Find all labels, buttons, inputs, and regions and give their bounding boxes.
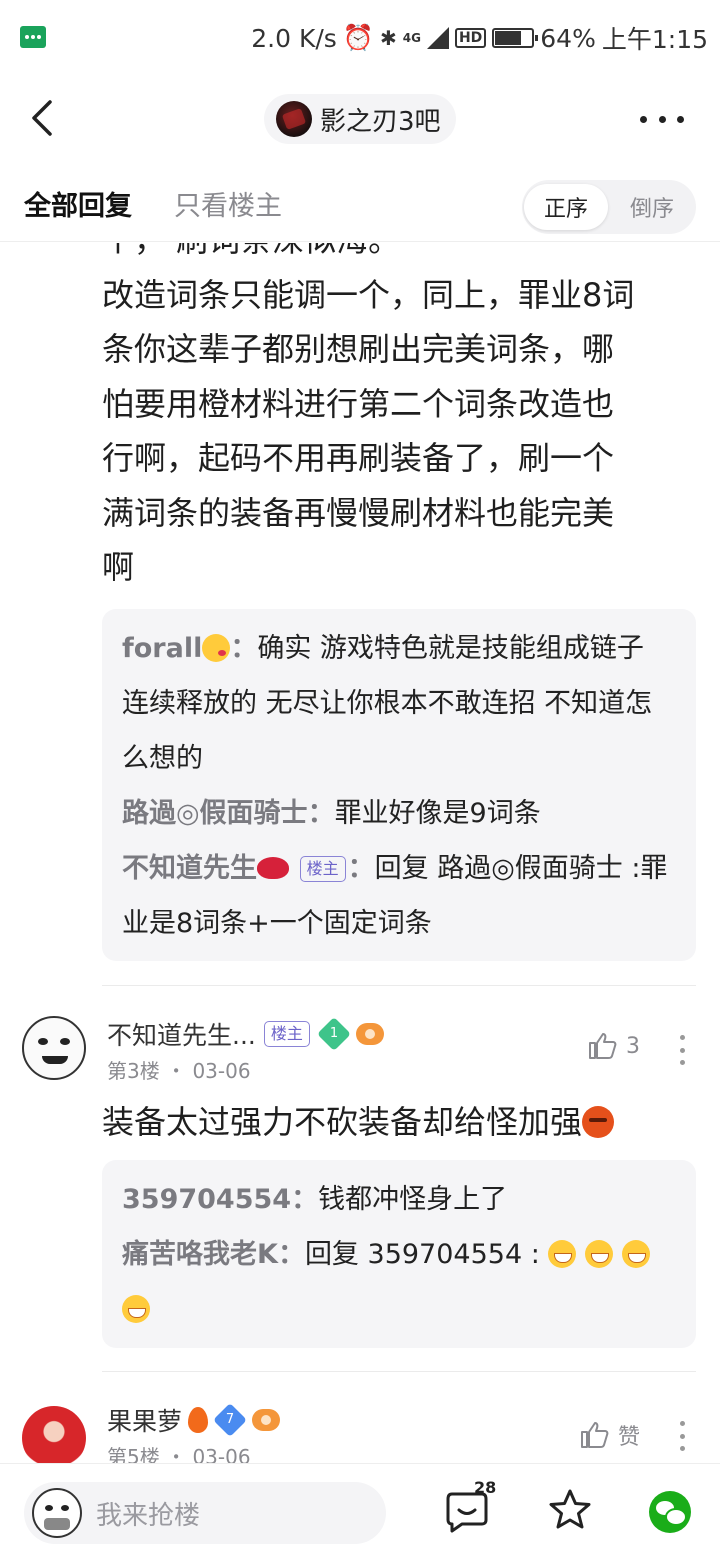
- reply-username[interactable]: 路過◎假面骑士: [122, 798, 308, 829]
- owner-tag: 楼主: [263, 1021, 310, 1047]
- thumb-up-icon: [589, 1033, 617, 1059]
- tab-all-replies[interactable]: 全部回复: [24, 184, 132, 223]
- reply-input[interactable]: 我来抢楼: [24, 1482, 386, 1544]
- owner-tag: 楼主: [299, 856, 346, 882]
- more-options-icon[interactable]: [678, 1035, 686, 1065]
- floor-body: 装备太过强力不砍装备却给怪加强: [102, 1095, 615, 1149]
- forum-name: 影之刃3吧: [320, 106, 441, 137]
- reply-username[interactable]: 359704554: [122, 1184, 291, 1215]
- body-line: 怕要用橙材料进行第二个词条改造也: [102, 384, 615, 423]
- reply-username[interactable]: forall: [122, 633, 202, 664]
- avatar[interactable]: [22, 1406, 86, 1463]
- clock: 上午1:15: [601, 25, 708, 54]
- comment-count: 28: [474, 1478, 497, 1497]
- floor-header: 不知道先生... 楼主 1 第3楼 ・ 03-06 3: [0, 1013, 720, 1093]
- sub-reply[interactable]: 不知道先生 楼主 ：回复 路過◎假面骑士 :罪业是8词条+一个固定词条: [122, 841, 676, 951]
- floor-header: 果果萝 7 第5楼 ・ 03-06 赞: [0, 1399, 720, 1463]
- battery-percent: 64%: [540, 23, 596, 53]
- grin-emoji-icon: [122, 1295, 150, 1323]
- gamepad-icon: [252, 1409, 281, 1431]
- sub-reply[interactable]: 痛苦咯我老K：回复 359704554 :: [122, 1227, 676, 1337]
- forum-avatar: [276, 101, 312, 137]
- tab-owner-only[interactable]: 只看楼主: [174, 184, 282, 223]
- sub-reply[interactable]: 路過◎假面骑士：罪业好像是9词条: [122, 786, 676, 841]
- like-count: 3: [626, 1033, 640, 1059]
- avatar: [32, 1488, 82, 1538]
- status-bar: 2.0 K/s ⏰ ✱ 4G HD 64% 上午1:15: [0, 0, 720, 76]
- reply-username[interactable]: 不知道先生: [122, 853, 257, 884]
- username-row: 不知道先生... 楼主 1: [107, 1016, 384, 1052]
- post-date: 03-06: [192, 1445, 251, 1463]
- level-badge: 7: [213, 1403, 247, 1437]
- kiss-emoji-icon: [202, 634, 231, 662]
- wechat-icon[interactable]: [649, 1491, 691, 1533]
- grin-emoji-icon: [548, 1240, 577, 1268]
- hd-badge: HD: [454, 28, 487, 48]
- body-text: 装备太过强力不砍装备却给怪加强: [102, 1103, 583, 1141]
- reply-text: 钱都冲怪身上了: [318, 1184, 508, 1215]
- network-type: 4G: [402, 31, 421, 45]
- sort-toggle: 正序 倒序: [522, 180, 696, 234]
- grin-emoji-icon: [585, 1240, 613, 1268]
- star-icon[interactable]: [547, 1487, 593, 1533]
- username[interactable]: 果果萝: [107, 1402, 182, 1438]
- more-options-icon[interactable]: [678, 1421, 686, 1451]
- bluetooth-icon: ✱: [379, 26, 397, 50]
- body-line: 啊: [102, 548, 135, 586]
- status-indicators: 2.0 K/s ⏰ ✱ 4G HD 64% 上午1:15: [251, 20, 708, 56]
- body-line: 满词条的装备再慢慢刷材料也能完美: [102, 493, 615, 532]
- body-line: 行啊，起码不用再刷装备了，刷一个: [102, 439, 615, 477]
- reply-placeholder: 我来抢楼: [96, 1500, 201, 1531]
- gamepad-icon: [355, 1023, 384, 1045]
- divider: [102, 1371, 696, 1372]
- grin-emoji-icon: [621, 1240, 650, 1268]
- reply-text: 回复 359704554 :: [304, 1239, 540, 1270]
- body-line: 改造词条只能调一个，同上，罪业8词: [102, 275, 635, 314]
- reply-text: 罪业好像是9词条: [334, 798, 541, 829]
- reply-tabs: 全部回复 只看楼主 正序 倒序: [0, 174, 720, 242]
- signal-icon: [426, 27, 449, 49]
- sort-descending-button[interactable]: 倒序: [610, 184, 694, 230]
- back-arrow-icon[interactable]: [22, 96, 66, 140]
- like-button[interactable]: 赞: [580, 1419, 640, 1451]
- lips-emoji-icon: [257, 857, 289, 879]
- level-badge: 1: [316, 1017, 351, 1051]
- forum-pill[interactable]: 影之刃3吧: [264, 94, 456, 144]
- reply-username[interactable]: 痛苦咯我老K: [122, 1239, 278, 1270]
- more-dots-icon[interactable]: [640, 104, 684, 134]
- sort-ascending-button[interactable]: 正序: [524, 184, 608, 230]
- angry-emoji-icon: [582, 1106, 615, 1138]
- message-app-icon: [20, 26, 46, 48]
- avatar[interactable]: [22, 1016, 86, 1080]
- floor-meta: 第3楼 ・ 03-06: [107, 1059, 251, 1083]
- floor-number: 第3楼: [107, 1059, 160, 1083]
- header: 影之刃3吧: [0, 78, 720, 162]
- post-content[interactable]: 个， 刷词条深似海。 改造词条只能调一个，同上，罪业8词 条你这辈子都别想刷出完…: [0, 243, 720, 1463]
- like-label: 赞: [617, 1425, 640, 1450]
- like-button[interactable]: 3: [588, 1031, 640, 1061]
- floor-body: 个， 刷词条深似海。 改造词条只能调一个，同上，罪业8词 条你这辈子都别想刷出完…: [102, 243, 694, 595]
- divider: [102, 985, 696, 986]
- network-speed: 2.0 K/s: [251, 23, 337, 53]
- thumb-up-icon: [580, 1422, 609, 1448]
- floor-meta: 第5楼 ・ 03-06: [107, 1441, 251, 1463]
- floor-number: 第5楼: [107, 1445, 160, 1463]
- sub-reply-box[interactable]: forall ：确实 游戏特色就是技能组成链子 连续释放的 无尽让你根本不敢连招 …: [102, 609, 696, 961]
- post-date: 03-06: [192, 1059, 251, 1083]
- battery-icon: [492, 28, 539, 48]
- alarm-icon: ⏰: [342, 23, 374, 52]
- body-line: 个， 刷词条深似海。: [102, 243, 694, 268]
- flame-icon: [188, 1407, 209, 1433]
- username-row: 果果萝 7: [107, 1402, 281, 1438]
- body-line: 条你这辈子都别想刷出完美词条，哪: [102, 330, 615, 368]
- sub-reply-box[interactable]: 359704554：钱都冲怪身上了 痛苦咯我老K：回复 359704554 :: [102, 1160, 696, 1348]
- sub-reply[interactable]: 359704554：钱都冲怪身上了: [122, 1172, 676, 1227]
- username[interactable]: 不知道先生...: [107, 1016, 256, 1052]
- sub-reply[interactable]: forall ：确实 游戏特色就是技能组成链子 连续释放的 无尽让你根本不敢连招 …: [122, 621, 676, 786]
- bottom-bar: 我来抢楼 28: [0, 1463, 720, 1560]
